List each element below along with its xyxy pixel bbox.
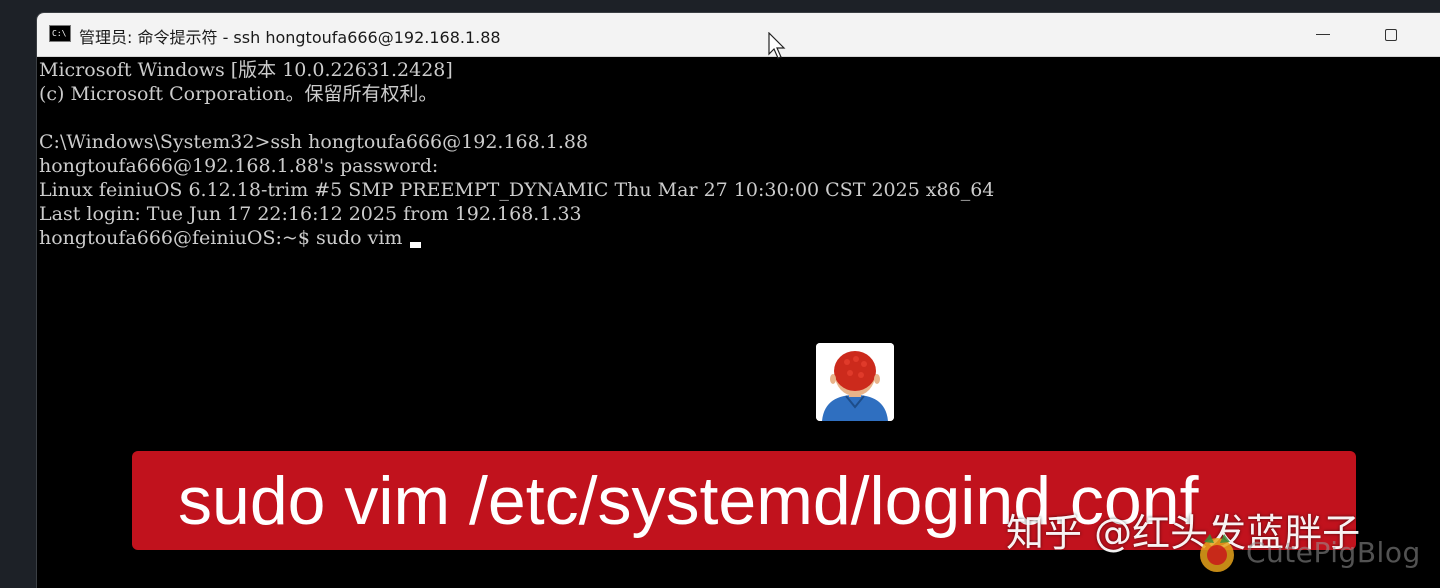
desktop: C:\ 管理员: 命令提示符 - ssh hongtoufa666@192.16… (0, 0, 1440, 588)
minimize-icon (1316, 34, 1330, 35)
console-line: hongtoufa666@192.168.1.88's password: (39, 155, 439, 177)
avatar-red-hair (816, 343, 894, 421)
cmd-icon: C:\ (49, 25, 71, 42)
console-line: (c) Microsoft Corporation。保留所有权利。 (39, 83, 438, 105)
console-line: Linux feiniuOS 6.12.18-trim #5 SMP PREEM… (39, 179, 995, 201)
mouse-pointer-icon (768, 32, 786, 59)
minimize-button[interactable] (1293, 13, 1353, 56)
console-prompt-line[interactable]: hongtoufa666@feiniuOS:~$ sudo vim (39, 226, 422, 250)
console-line: Last login: Tue Jun 17 22:16:12 2025 fro… (39, 203, 582, 225)
title-bar[interactable]: C:\ 管理员: 命令提示符 - ssh hongtoufa666@192.16… (37, 13, 1440, 57)
window-title: 管理员: 命令提示符 - ssh hongtoufa666@192.168.1.… (79, 28, 501, 47)
console-prompt: hongtoufa666@feiniuOS:~$ sudo vim (39, 227, 409, 249)
maximize-button[interactable] (1361, 13, 1421, 56)
blog-watermark: CutePigBlog (1246, 536, 1421, 569)
text-cursor (410, 242, 422, 248)
console-line: Microsoft Windows [版本 10.0.22631.2428] (39, 59, 453, 81)
maximize-icon (1385, 28, 1397, 41)
cute-pig-logo (1200, 534, 1234, 572)
console-line: C:\Windows\System32>ssh hongtoufa666@192… (39, 131, 589, 153)
